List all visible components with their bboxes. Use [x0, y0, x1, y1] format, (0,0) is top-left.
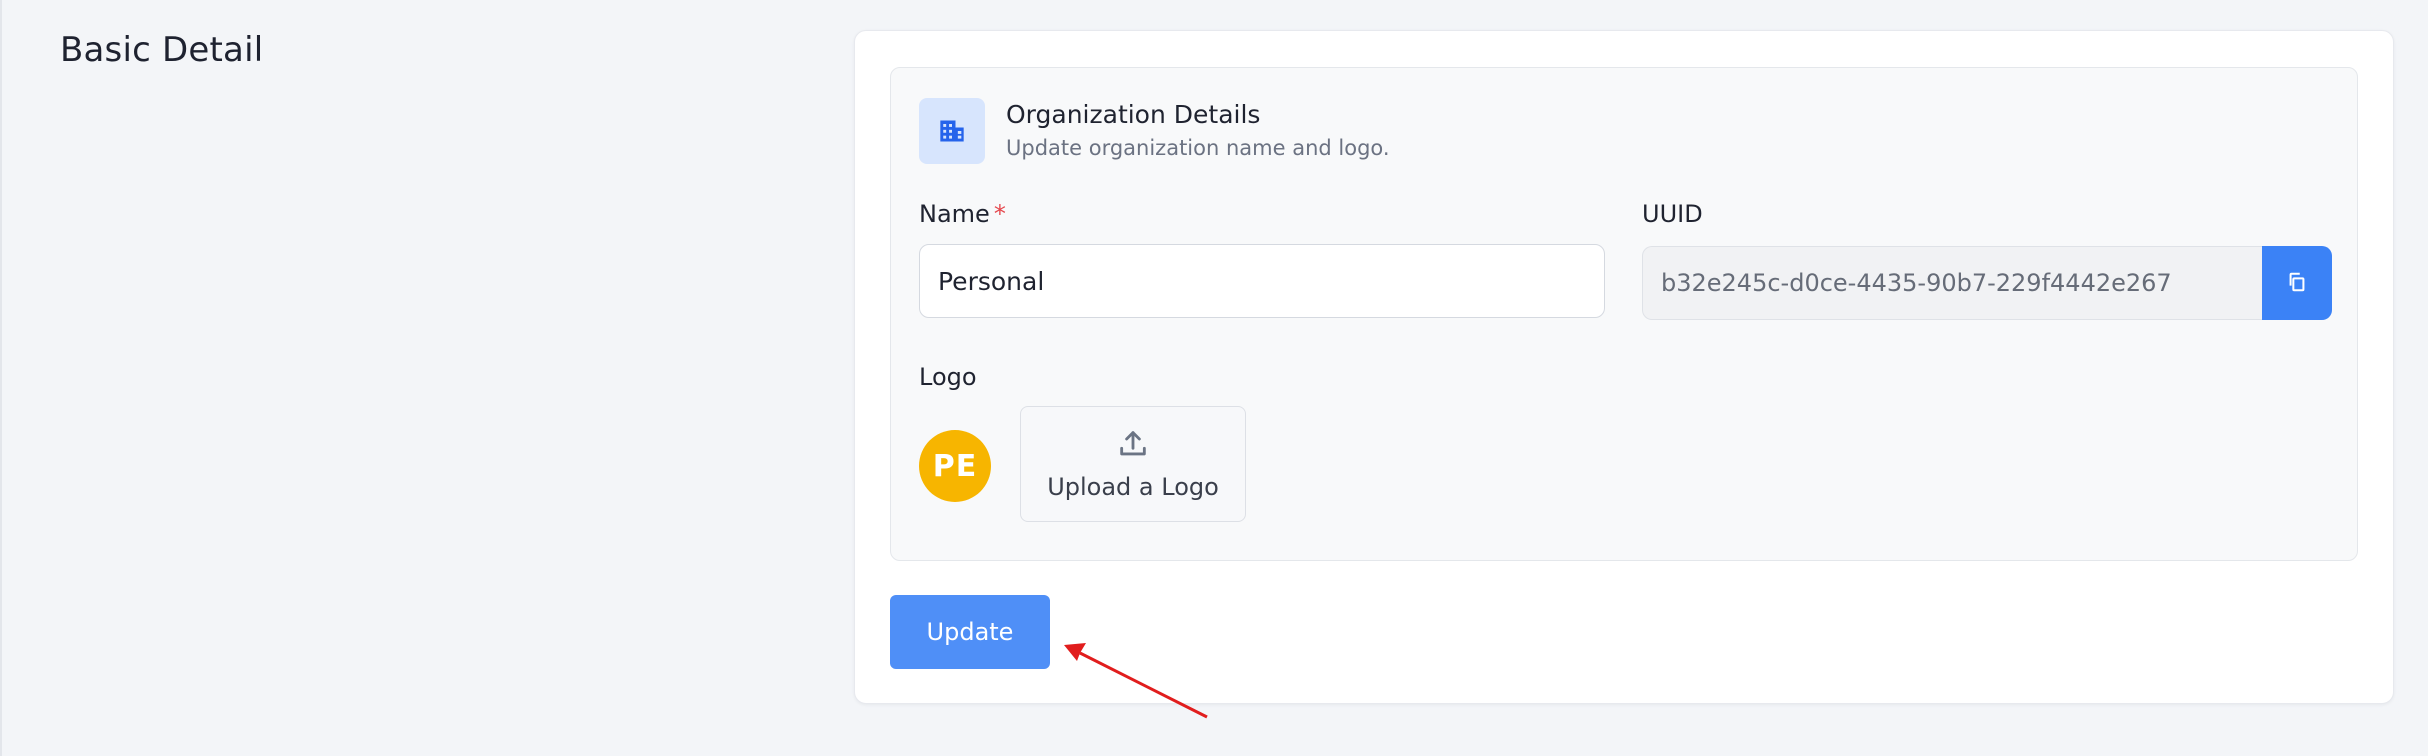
organization-details-title: Organization Details [1006, 100, 1261, 129]
building-icon [919, 98, 985, 164]
copy-icon [2286, 271, 2308, 296]
upload-logo-label: Upload a Logo [1047, 473, 1219, 501]
uuid-label: UUID [1642, 200, 1703, 228]
name-input[interactable] [919, 244, 1605, 318]
organization-card: Organization Details Update organization… [854, 30, 2394, 704]
section-title: Basic Detail [60, 30, 264, 70]
name-label: Name * [919, 200, 1006, 228]
page: Basic Detail Organization Details Update… [0, 0, 2428, 756]
uuid-input[interactable] [1642, 246, 2262, 320]
upload-logo-button[interactable]: Upload a Logo [1020, 406, 1246, 522]
name-label-text: Name [919, 200, 990, 228]
copy-uuid-button[interactable] [2262, 246, 2332, 320]
avatar: PE [919, 430, 991, 502]
required-mark: * [993, 200, 1006, 228]
logo-label: Logo [919, 363, 977, 391]
organization-details-panel: Organization Details Update organization… [890, 67, 2358, 561]
organization-details-subtitle: Update organization name and logo. [1006, 136, 1390, 160]
update-button[interactable]: Update [890, 595, 1050, 669]
uuid-field [1642, 246, 2332, 320]
upload-icon [1116, 427, 1150, 465]
